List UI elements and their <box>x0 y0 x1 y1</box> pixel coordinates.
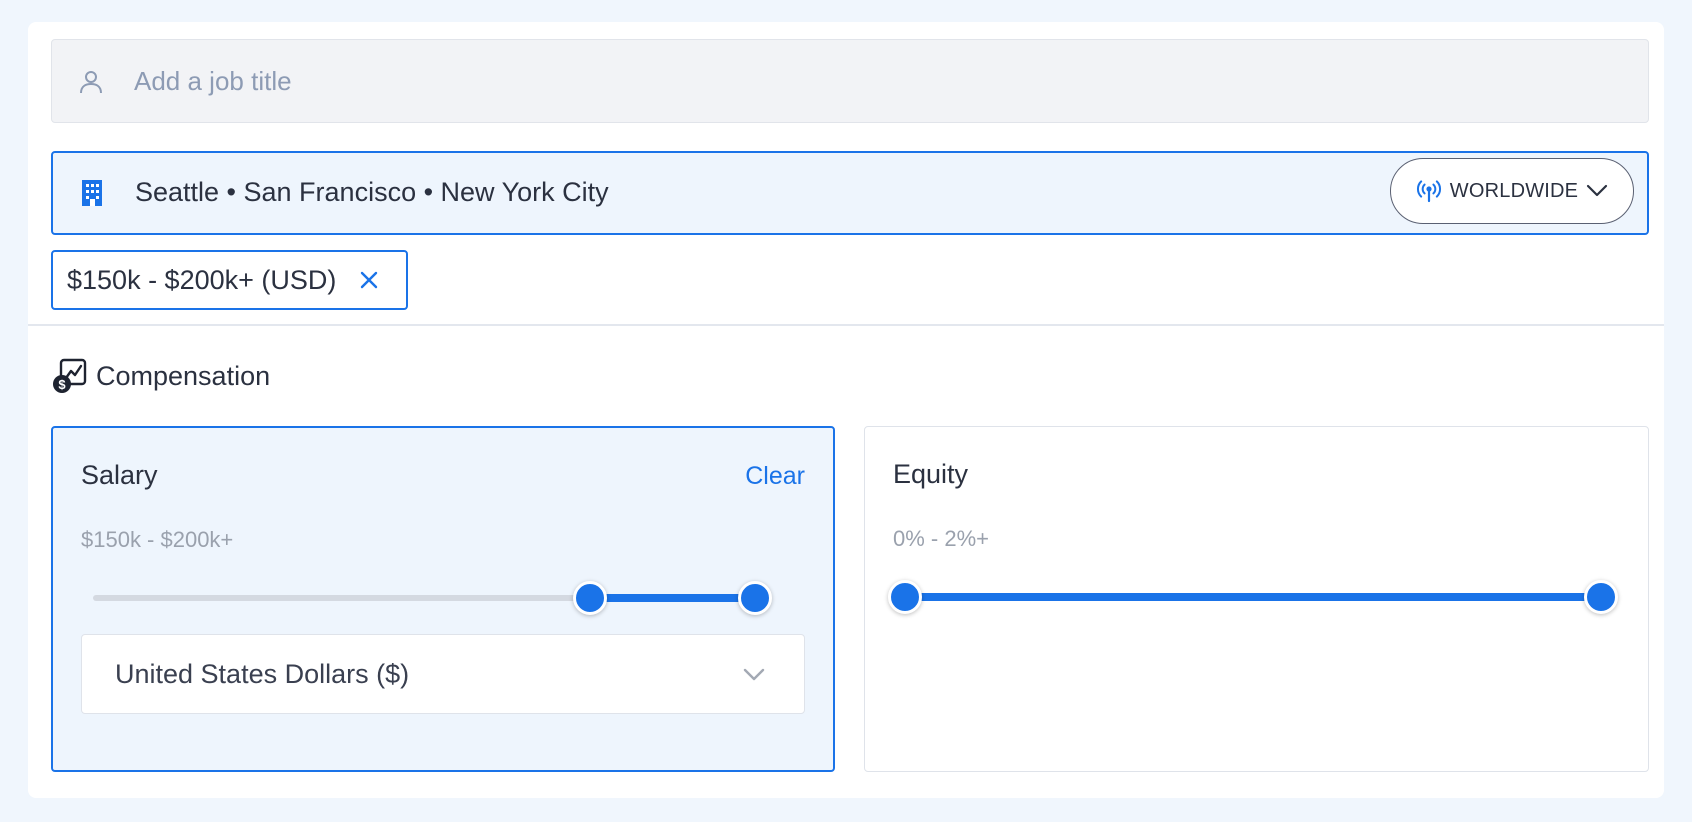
salary-min-handle[interactable] <box>572 581 607 615</box>
location-list: Seattle • San Francisco • New York City <box>135 177 609 207</box>
equity-range-slider[interactable] <box>888 577 1618 617</box>
salary-range-text: $150k - $200k+ <box>81 527 234 552</box>
salary-title: Salary <box>81 460 158 490</box>
chevron-down-icon <box>1587 184 1608 197</box>
equity-max-handle[interactable] <box>1584 580 1618 614</box>
section-divider <box>28 324 1664 326</box>
slider-fill <box>589 594 755 602</box>
compensation-heading: $ Compensation <box>52 358 270 394</box>
chip-label: $150k - $200k+ (USD) <box>67 264 337 295</box>
currency-select[interactable]: United States Dollars ($) <box>81 634 805 714</box>
salary-panel: Salary Clear $150k - $200k+ United State… <box>51 426 835 772</box>
equity-panel: Equity 0% - 2%+ <box>864 426 1649 772</box>
job-title-field[interactable] <box>51 39 1649 123</box>
compensation-icon: $ <box>53 358 87 393</box>
compensation-title: Compensation <box>96 360 271 391</box>
currency-selected-value: United States Dollars ($) <box>115 659 410 689</box>
equity-min-handle[interactable] <box>888 580 922 614</box>
building-icon <box>82 180 102 206</box>
worldwide-label: WORLDWIDE <box>1449 179 1579 202</box>
slider-fill <box>905 593 1601 601</box>
salary-filter-chip: $150k - $200k+ (USD) <box>51 250 408 310</box>
salary-range-slider[interactable] <box>93 578 772 618</box>
equity-title: Equity <box>893 459 969 489</box>
search-filter-card: Seattle • San Francisco • New York City … <box>28 22 1664 798</box>
clear-salary-button[interactable]: Clear <box>745 462 805 491</box>
worldwide-button[interactable]: WORLDWIDE <box>1390 158 1634 224</box>
location-field[interactable]: Seattle • San Francisco • New York City … <box>51 151 1649 235</box>
svg-text:$: $ <box>58 377 66 392</box>
salary-max-handle[interactable] <box>738 581 772 615</box>
job-title-input[interactable] <box>134 60 1534 102</box>
close-icon[interactable] <box>358 269 380 291</box>
equity-range-text: 0% - 2%+ <box>893 526 989 551</box>
chevron-down-icon <box>743 668 765 681</box>
broadcast-icon <box>1416 180 1441 203</box>
person-icon <box>80 71 102 94</box>
